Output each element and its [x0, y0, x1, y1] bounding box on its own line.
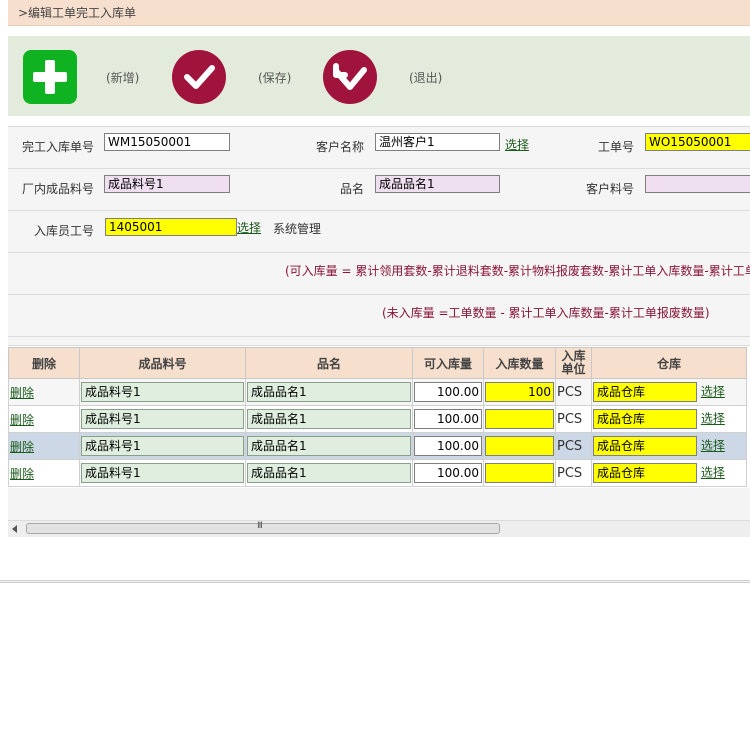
table-header: 删除 成品料号 品名 可入库量 入库数量 入库单位 仓库 [8, 347, 747, 379]
warehouse-select-link[interactable]: 选择 [701, 466, 725, 480]
warehouse-select-link[interactable]: 选择 [701, 385, 725, 399]
delete-link[interactable]: 删除 [10, 467, 34, 481]
available-cell[interactable]: 100.00 [414, 409, 482, 429]
form-spacer [8, 336, 750, 346]
checkmark-icon [184, 65, 215, 89]
header-unit-text: 入库单位 [561, 349, 586, 376]
formula-row-2: (未入库量 =工单数量 - 累计工单入库数量-累计工单报废数量) [8, 294, 750, 337]
available-cell[interactable]: 100.00 [414, 382, 482, 402]
header-available: 可入库量 [412, 347, 484, 379]
table-row: 删除 成品料号1 成品品名1 100.00 PCS 成品仓库 选择 [8, 432, 747, 460]
customer-name-field[interactable]: 温州客户1 [375, 133, 500, 151]
staff-field[interactable]: 1405001 [105, 218, 237, 236]
product-name-label: 品名 [340, 182, 365, 196]
formula-row-1: (可入库量 = 累计领用套数-累计退料套数-累计物料报废套数-累计工单入库数量-… [8, 252, 750, 295]
product-name-cell[interactable]: 成品品名1 [247, 463, 411, 483]
page-title: >编辑工单完工入库单 [8, 0, 750, 26]
work-order-label: 工单号 [598, 140, 635, 154]
table-row: 删除 成品料号1 成品品名1 100.00 PCS 成品仓库 选择 [8, 405, 747, 433]
product-name-cell[interactable]: 成品品名1 [247, 436, 411, 456]
available-cell[interactable]: 100.00 [414, 436, 482, 456]
receipt-no-label: 完工入库单号 [22, 140, 95, 154]
customer-select-link[interactable]: 选择 [505, 136, 529, 153]
save-icon[interactable] [172, 50, 226, 104]
qty-input[interactable] [485, 409, 554, 429]
product-code-field[interactable]: 成品料号1 [104, 175, 230, 193]
pending-formula: (未入库量 =工单数量 - 累计工单入库数量-累计工单报废数量) [382, 306, 710, 320]
unit-cell: PCS [555, 378, 592, 406]
exit-icon[interactable] [323, 50, 377, 104]
exit-label: (退出) [409, 71, 443, 85]
delete-link[interactable]: 删除 [10, 386, 34, 400]
horizontal-scrollbar[interactable]: III [8, 520, 750, 537]
delete-link[interactable]: 删除 [10, 440, 34, 454]
toolbar: (新增) (保存) (退出) [8, 36, 750, 116]
customer-part-field[interactable] [645, 175, 750, 193]
header-delete: 删除 [8, 347, 80, 379]
product-code-cell[interactable]: 成品料号1 [81, 382, 244, 402]
work-order-field[interactable]: WO15050001 [645, 133, 750, 151]
unit-cell: PCS [555, 432, 592, 460]
scroll-left-arrow-icon[interactable] [12, 525, 17, 533]
qty-input[interactable] [485, 463, 554, 483]
warehouse-input[interactable]: 成品仓库 [593, 409, 697, 429]
save-label: (保存) [258, 71, 292, 85]
product-name-cell[interactable]: 成品品名1 [247, 382, 411, 402]
table-row: 删除 成品料号1 成品品名1 100.00 PCS 成品仓库 选择 [8, 459, 747, 487]
header-unit: 入库单位 [555, 347, 592, 379]
product-code-cell[interactable]: 成品料号1 [81, 463, 244, 483]
warehouse-select-link[interactable]: 选择 [701, 412, 725, 426]
available-formula: (可入库量 = 累计领用套数-累计退料套数-累计物料报废套数-累计工单入库数量-… [285, 264, 750, 278]
header-qty: 入库数量 [483, 347, 556, 379]
product-name-field[interactable]: 成品品名1 [375, 175, 500, 193]
product-code-label: 厂内成品料号 [22, 182, 95, 196]
add-label: (新增) [106, 71, 140, 85]
staff-name: 系统管理 [273, 222, 322, 236]
warehouse-input[interactable]: 成品仓库 [593, 463, 697, 483]
form-row-3: 入库员工号 1405001 选择 系统管理 [8, 210, 750, 253]
staff-label: 入库员工号 [34, 224, 95, 238]
staff-select-link[interactable]: 选择 [237, 219, 261, 236]
return-arrow-icon [333, 63, 367, 90]
warehouse-select-link[interactable]: 选择 [701, 439, 725, 453]
warehouse-input[interactable]: 成品仓库 [593, 436, 697, 456]
scroll-grip-icon: III [257, 521, 263, 531]
header-warehouse: 仓库 [591, 347, 747, 379]
form-row-1: 完工入库单号 WM15050001 客户名称 温州客户1 选择 工单号 WO15… [8, 126, 750, 169]
form-row-2: 厂内成品料号 成品料号1 品名 成品品名1 客户料号 [8, 168, 750, 211]
footer-divider [0, 580, 750, 583]
warehouse-input[interactable]: 成品仓库 [593, 382, 697, 402]
product-code-cell[interactable]: 成品料号1 [81, 436, 244, 456]
header-product-code: 成品料号 [79, 347, 246, 379]
add-icon[interactable] [23, 50, 77, 104]
qty-input[interactable]: 100 [485, 382, 554, 402]
unit-cell: PCS [555, 459, 592, 487]
delete-link[interactable]: 删除 [10, 413, 34, 427]
receipt-no-field[interactable]: WM15050001 [104, 133, 230, 151]
table-row: 删除 成品料号1 成品品名1 100.00 100 PCS 成品仓库 选择 [8, 378, 747, 406]
product-code-cell[interactable]: 成品料号1 [81, 409, 244, 429]
header-product-name: 品名 [245, 347, 413, 379]
unit-cell: PCS [555, 405, 592, 433]
detail-table: 删除 成品料号 品名 可入库量 入库数量 入库单位 仓库 删除 成品料号1 成品… [8, 347, 747, 487]
customer-name-label: 客户名称 [316, 140, 365, 154]
available-cell[interactable]: 100.00 [414, 463, 482, 483]
scroll-thumb[interactable]: III [26, 521, 500, 534]
qty-input[interactable] [485, 436, 554, 456]
product-name-cell[interactable]: 成品品名1 [247, 409, 411, 429]
customer-part-label: 客户料号 [586, 182, 635, 196]
